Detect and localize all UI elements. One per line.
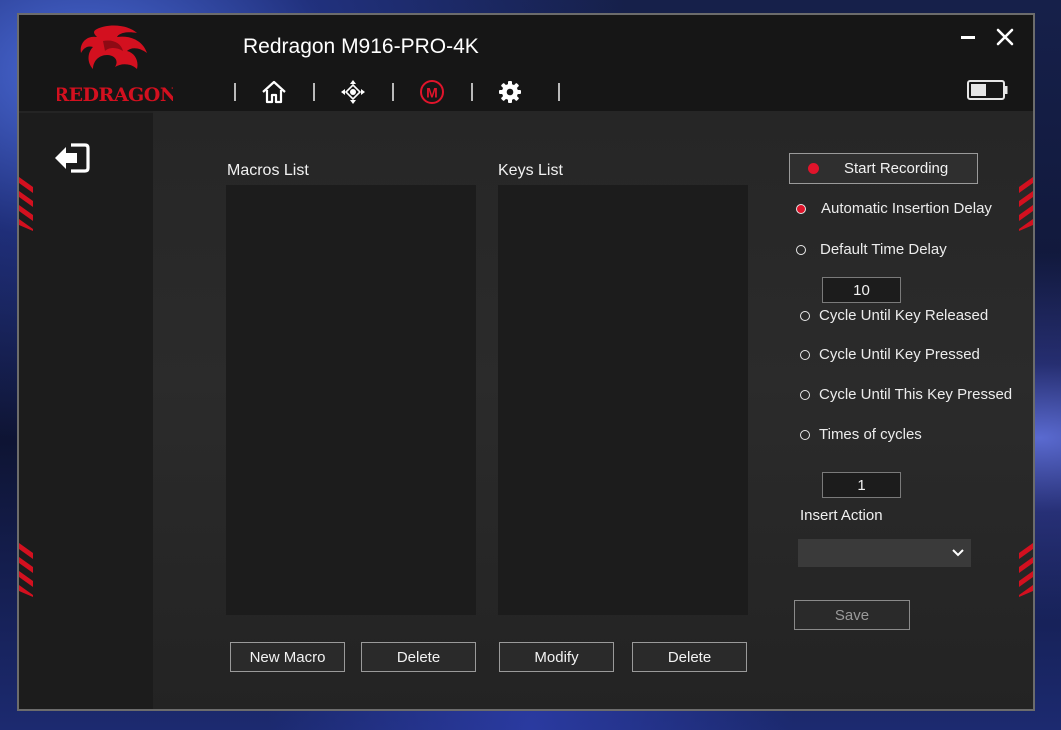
nav-divider [392,83,394,101]
nav-divider [558,83,560,101]
nav-divider [471,83,473,101]
start-recording-label: Start Recording [844,160,949,177]
close-icon[interactable] [994,26,1016,48]
exit-icon[interactable] [53,141,91,175]
macro-icon[interactable]: M [417,77,447,107]
default-time-delay-input[interactable] [822,277,901,303]
chevron-down-icon [952,549,964,557]
battery-icon [967,80,1008,100]
decorative-stripes [1019,543,1033,597]
save-button[interactable]: Save [794,600,910,630]
decorative-stripes [1019,177,1033,231]
new-macro-button[interactable]: New Macro [230,642,345,672]
record-icon [808,163,819,174]
decorative-stripes [19,177,33,231]
radio-icon [796,244,806,255]
sidebar [19,113,153,709]
radio-icon [800,310,810,321]
option-label: Cycle Until Key Pressed [819,346,980,363]
option-automatic-insertion-delay[interactable]: Automatic Insertion Delay [796,200,992,217]
option-default-time-delay[interactable]: Default Time Delay [796,241,947,258]
option-cycle-until-key-released[interactable]: Cycle Until Key Released [800,307,988,324]
keys-list-label: Keys List [498,162,563,179]
option-label: Cycle Until Key Released [819,307,989,324]
dpi-icon[interactable] [338,77,368,107]
keys-list[interactable] [498,185,748,615]
decorative-stripes [19,543,33,597]
insert-action-label: Insert Action [800,507,883,524]
option-times-of-cycles[interactable]: Times of cycles [800,426,922,443]
app-window: REDRAGON Redragon M916-PRO-4K M Macros L… [17,13,1035,711]
option-label: Cycle Until This Key Pressed [819,386,1013,403]
title-bar: REDRAGON Redragon M916-PRO-4K M [19,15,1033,111]
nav-divider [234,83,236,101]
insert-action-select[interactable] [798,539,971,567]
radio-icon [800,389,810,400]
modify-key-button[interactable]: Modify [499,642,614,672]
minimize-icon[interactable] [958,28,978,48]
redragon-logo: REDRAGON [57,25,173,106]
option-cycle-until-this-key-pressed[interactable]: Cycle Until This Key Pressed [800,386,1012,403]
delete-key-button[interactable]: Delete [632,642,747,672]
macro-panel: Macros List Keys List New Macro Delete M… [153,111,1033,709]
start-recording-button[interactable]: Start Recording [789,153,978,184]
option-label: Default Time Delay [820,241,947,258]
option-cycle-until-key-pressed[interactable]: Cycle Until Key Pressed [800,346,980,363]
svg-text:REDRAGON: REDRAGON [57,84,173,106]
settings-icon[interactable] [495,77,525,107]
macros-list-label: Macros List [227,162,309,179]
macros-list[interactable] [226,185,476,615]
radio-icon [800,349,810,360]
times-of-cycles-input[interactable] [822,472,901,498]
home-icon[interactable] [259,77,289,107]
nav-divider [313,83,315,101]
option-label: Automatic Insertion Delay [821,200,992,217]
svg-text:M: M [426,85,438,101]
delete-macro-button[interactable]: Delete [361,642,476,672]
device-title: Redragon M916-PRO-4K [243,35,479,58]
radio-icon [796,203,806,214]
option-label: Times of cycles [819,426,922,443]
radio-icon [800,429,810,440]
